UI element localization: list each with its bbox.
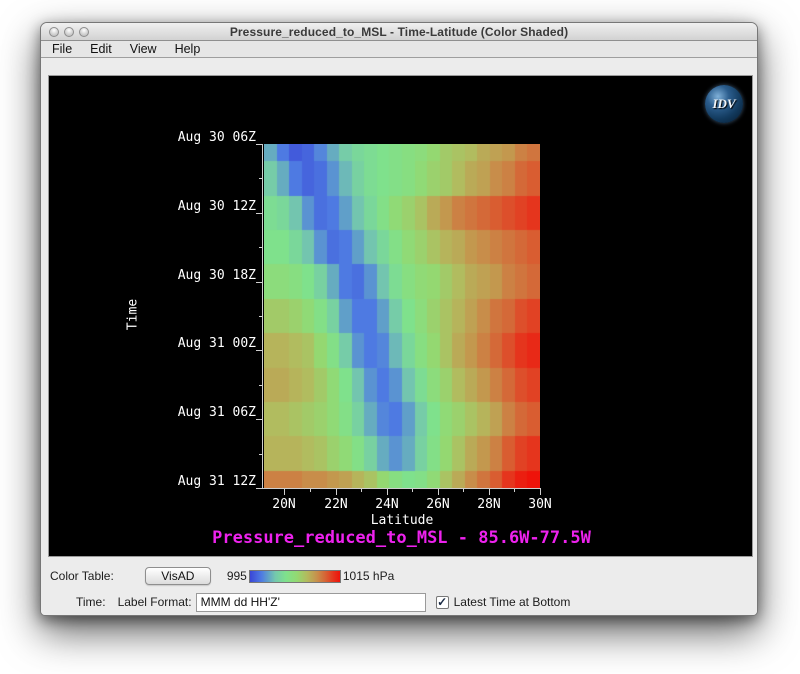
y-tick (259, 316, 263, 317)
y-axis-title: Time (126, 275, 141, 355)
y-tick-label: Aug 30 18Z (166, 268, 256, 283)
menu-bar: File Edit View Help (41, 41, 757, 58)
x-minor-tick (361, 489, 362, 492)
menu-view[interactable]: View (121, 41, 166, 57)
x-minor-tick (514, 489, 515, 492)
y-tick (259, 247, 263, 248)
x-tick-label: 24N (367, 497, 407, 512)
x-minor-tick (463, 489, 464, 492)
x-tick (540, 489, 541, 495)
y-tick (256, 282, 263, 283)
x-axis-line (262, 488, 541, 489)
x-tick (387, 489, 388, 495)
y-tick (259, 385, 263, 386)
latest-time-checkbox[interactable]: ✓ (436, 596, 449, 609)
x-tick-label: 22N (316, 497, 356, 512)
idv-logo-icon: IDV (705, 85, 743, 123)
color-table-button[interactable]: VisAD (145, 567, 211, 585)
close-button[interactable] (49, 27, 59, 37)
color-scale-min: 995 (227, 569, 247, 583)
zoom-button[interactable] (79, 27, 89, 37)
y-tick-label: Aug 30 12Z (166, 199, 256, 214)
control-panel: Color Table: VisAD 995 1015 hPa Time: La… (41, 558, 757, 616)
color-scale-gradient (249, 570, 341, 583)
y-tick (256, 350, 263, 351)
title-bar[interactable]: Pressure_reduced_to_MSL - Time-Latitude … (41, 23, 757, 41)
menu-file[interactable]: File (43, 41, 81, 57)
menu-help[interactable]: Help (166, 41, 210, 57)
y-tick (256, 419, 263, 420)
x-tick-label: 30N (520, 497, 560, 512)
x-tick (489, 489, 490, 495)
x-minor-tick (310, 489, 311, 492)
x-tick-label: 28N (469, 497, 509, 512)
display-view[interactable]: IDV Pressure_reduced_to_MSL - 85.6W-77.5… (48, 75, 753, 557)
y-tick (256, 488, 263, 489)
y-tick (259, 454, 263, 455)
x-axis-title: Latitude (342, 513, 462, 528)
time-section-label: Time: (76, 595, 106, 609)
x-minor-tick (412, 489, 413, 492)
y-tick-label: Aug 30 06Z (166, 130, 256, 145)
window-title: Pressure_reduced_to_MSL - Time-Latitude … (230, 25, 568, 39)
chart-title: Pressure_reduced_to_MSL - 85.6W-77.5W (49, 528, 753, 548)
x-tick-label: 20N (264, 497, 304, 512)
latest-time-checkbox-label: Latest Time at Bottom (454, 595, 571, 609)
checkmark-icon: ✓ (437, 597, 447, 608)
y-tick-label: Aug 31 12Z (166, 474, 256, 489)
y-tick-label: Aug 31 06Z (166, 405, 256, 420)
color-scale-max: 1015 hPa (343, 569, 394, 583)
x-tick-label: 26N (418, 497, 458, 512)
y-tick (256, 213, 263, 214)
time-latitude-heatmap[interactable] (264, 144, 540, 488)
x-tick (284, 489, 285, 495)
x-tick (336, 489, 337, 495)
label-format-input[interactable] (196, 593, 426, 612)
minimize-button[interactable] (64, 27, 74, 37)
menu-edit[interactable]: Edit (81, 41, 121, 57)
y-tick (256, 144, 263, 145)
color-table-label: Color Table: (50, 569, 114, 583)
x-tick (438, 489, 439, 495)
label-format-label: Label Format: (118, 595, 192, 609)
view-panel: IDV Pressure_reduced_to_MSL - 85.6W-77.5… (41, 58, 757, 558)
app-window: Pressure_reduced_to_MSL - Time-Latitude … (40, 22, 758, 616)
heatmap-plot[interactable] (264, 144, 540, 488)
y-tick (259, 178, 263, 179)
y-tick-label: Aug 31 00Z (166, 336, 256, 351)
